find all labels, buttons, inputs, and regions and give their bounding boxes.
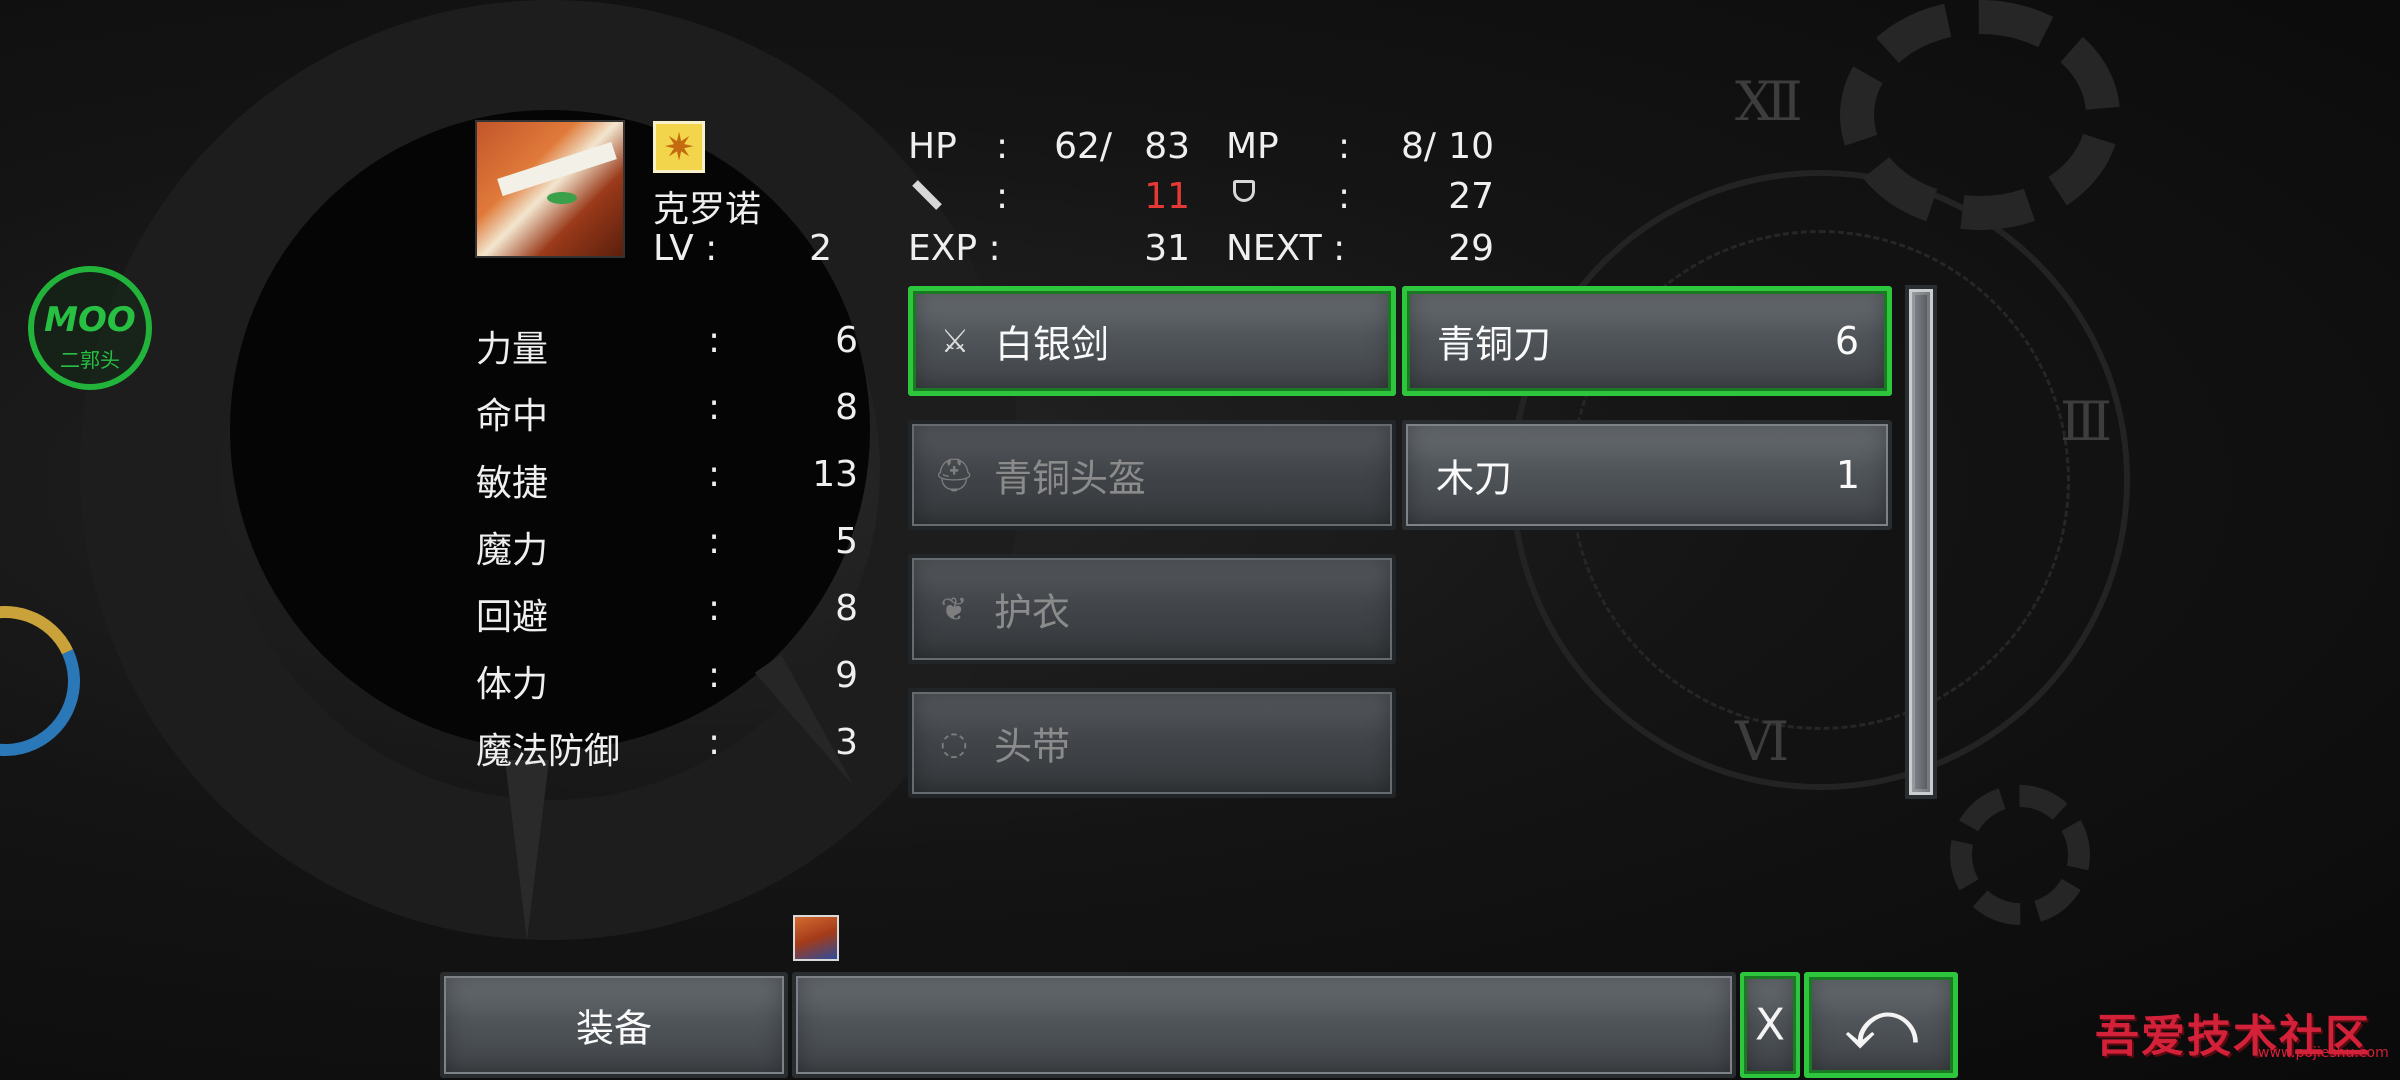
numeral-vi-decor: Ⅵ [1735,710,1790,773]
stat-label: 敏捷 [476,463,549,504]
gear-top-right-decor [1840,0,2120,230]
sun-element-icon: ✷ [653,121,705,173]
stat-value: 5 [835,521,858,562]
stat-value: 6 [835,320,858,361]
armor-icon: ❦ [940,590,968,628]
headband-decor [497,141,617,197]
scrollbar-thumb[interactable] [1915,295,1927,789]
equip-menu-label: 装备 [575,1006,652,1051]
stat-colon: : [708,655,721,696]
stat-label: 魔法防御 [476,731,621,772]
eye-decor [547,192,577,204]
attack-value: 11 [1144,176,1190,217]
floating-assist-arc-icon[interactable] [0,584,102,778]
defense-value: 27 [1448,176,1494,217]
mp-colon: : [1338,126,1351,167]
equip-slot-accessory[interactable]: ◌ 头带 [908,688,1396,798]
back-button[interactable]: ⤺ [1804,972,1958,1078]
item-row-bronze-sword[interactable]: 青铜刀 6 [1402,286,1892,396]
stat-label: 命中 [476,396,549,437]
clock-hand-decor [505,760,549,940]
equip-slot-armor[interactable]: ❦ 护衣 [908,554,1396,664]
numeral-xii-decor: Ⅻ [1735,70,1803,133]
description-box [792,972,1736,1078]
sword-icon: ⚔ [940,322,970,360]
moo-overlay-badge[interactable]: MOO 二郭头 [28,266,152,390]
equip-slot-label: 白银剑 [995,322,1110,367]
stat-colon: : [708,387,721,428]
hp-current: 62/ [1054,126,1112,167]
exp-label: EXP : [908,228,1001,269]
accessory-ring-icon: ◌ [940,724,968,762]
defense-shield-icon [1233,180,1255,202]
item-count: 6 [1834,319,1859,363]
stat-label: 回避 [476,597,549,638]
stat-value: 9 [835,655,858,696]
numeral-iii-decor: Ⅲ [2060,390,2113,453]
gear-bottom-right-decor [1950,785,2090,925]
stat-colon: : [708,320,721,361]
cancel-x-button[interactable]: X [1740,972,1800,1078]
item-list-scrollbar[interactable] [1905,285,1937,799]
attack-colon: : [996,176,1009,217]
next-label: NEXT : [1226,228,1346,269]
stat-colon: : [708,521,721,562]
mp-max: 10 [1448,126,1494,167]
item-count: 1 [1835,453,1860,497]
level-value: 2 [809,228,832,269]
equip-slot-helmet[interactable]: ⛑ 青铜头盔 [908,420,1396,530]
stat-label: 力量 [476,329,549,370]
defense-colon: : [1338,176,1351,217]
stat-value: 3 [835,722,858,763]
item-label: 木刀 [1436,456,1513,501]
equip-slot-label: 护衣 [994,590,1071,635]
helmet-icon: ⛑ [933,456,975,494]
stat-value: 13 [812,454,858,495]
character-name: 克罗诺 [653,189,762,230]
stat-value: 8 [835,588,858,629]
equip-slot-label: 青铜头盔 [994,456,1147,501]
level-label: LV : [653,228,718,269]
hp-colon: : [996,126,1009,167]
close-x-icon: X [1754,999,1786,1051]
hp-label: HP [908,126,957,167]
item-label: 青铜刀 [1437,322,1552,367]
stat-value: 8 [835,387,858,428]
watermark-url: www.pojieshu.com [2258,1045,2389,1061]
equip-slot-label: 头带 [994,724,1071,769]
stat-colon: : [708,722,721,763]
moo-subtitle: 二郭头 [60,348,120,372]
moo-title: MOO [44,300,136,340]
stat-colon: : [708,588,721,629]
character-sprite [793,915,839,961]
next-value: 29 [1448,228,1494,269]
undo-arrow-icon: ⤺ [1843,983,1919,1066]
stat-label: 体力 [476,664,549,705]
equip-menu-button[interactable]: 装备 [440,972,788,1078]
equip-slot-weapon[interactable]: ⚔ 白银剑 [908,286,1396,396]
character-portrait [475,120,625,258]
exp-value: 31 [1144,228,1190,269]
stat-label: 魔力 [476,530,549,571]
stat-colon: : [708,454,721,495]
item-row-wooden-sword[interactable]: 木刀 1 [1402,420,1892,530]
hp-max: 83 [1144,126,1190,167]
mp-current: 8/ [1400,126,1436,167]
mp-label: MP [1226,126,1279,167]
